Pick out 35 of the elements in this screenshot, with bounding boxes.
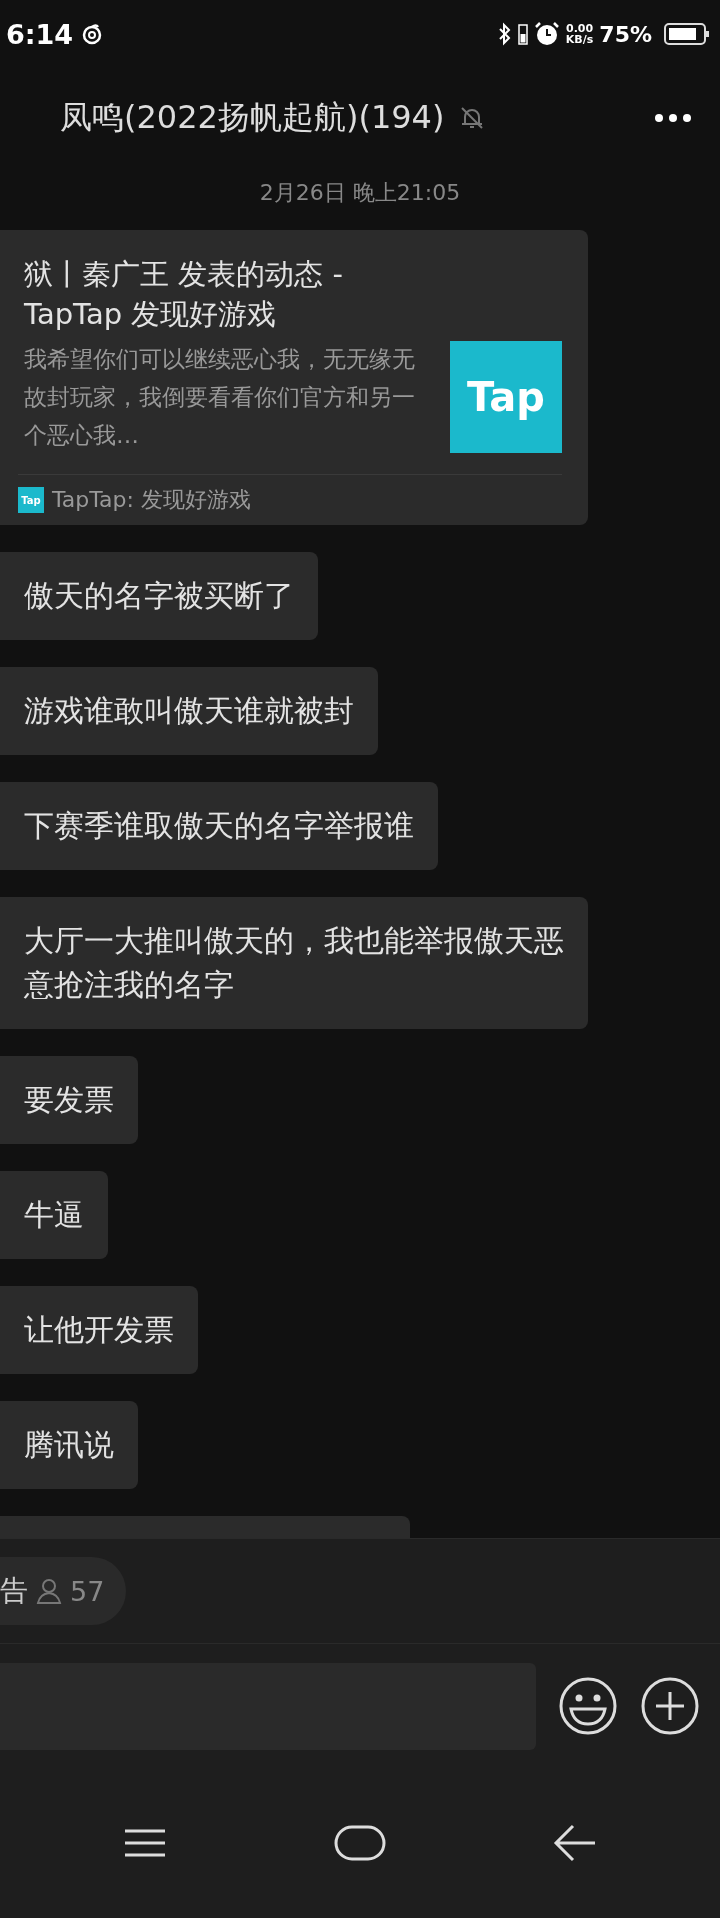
message-bubble: 下赛季谁取傲天的名字举报谁 (0, 782, 438, 870)
source-logo: Tap (18, 487, 44, 513)
message-bubble: 要发票 (0, 1056, 138, 1144)
network-unit: KB/s (565, 34, 594, 45)
app-logo: Tap (450, 341, 562, 453)
battery-icon (664, 22, 710, 46)
member-count: 57 (70, 1575, 105, 1607)
message-bubble: 傲天的名字被买断了 (0, 552, 318, 640)
bluetooth-icon (497, 22, 512, 46)
alarm-icon (533, 21, 560, 47)
more-icon[interactable] (654, 113, 692, 123)
clock: 6:14 (6, 18, 74, 50)
message-bubble: 腾讯说 (0, 1401, 138, 1489)
message-bubble: 大厅一大推叫傲天的，我也能举报傲天恶意抢注我的名字 (0, 897, 588, 1029)
network-speed: 0.00 (566, 23, 594, 34)
swirl-icon (81, 23, 104, 45)
emoji-icon[interactable] (558, 1676, 618, 1736)
card-source: TapTap: 发现好游戏 (52, 486, 251, 514)
plus-icon[interactable] (640, 1676, 700, 1736)
home-icon[interactable] (334, 1825, 386, 1861)
notice-label: 告 (0, 1573, 28, 1609)
person-icon (36, 1577, 62, 1605)
back-icon[interactable] (552, 1823, 597, 1863)
link-card[interactable]: 狱丨秦广王 发表的动态 - TapTap 发现好游戏 我希望你们可以继续恶心我，无无缘无故封玩家，我倒要看看你们官方和另一个恶心我… Tap Tap TapTap: 发现好游戏 (0, 230, 588, 525)
message-bubble: 让他开发票 (0, 1286, 198, 1374)
notice-pill[interactable]: 告 57 (0, 1557, 127, 1625)
card-description: 我希望你们可以继续恶心我，无无缘无故封玩家，我倒要看看你们官方和另一个恶心我… (24, 345, 416, 450)
date-divider: 2月26日 晚上21:05 (258, 179, 462, 207)
menu-icon[interactable] (123, 1828, 168, 1858)
battery-small-icon (517, 22, 528, 46)
message-bubble: 牛逼 (0, 1171, 108, 1259)
battery-percent: 75% (599, 21, 652, 47)
message-bubble: 游戏谁敢叫傲天谁就被封 (0, 667, 378, 755)
chat-title: 凤鸣(2022扬帆起航)(194) (60, 97, 445, 138)
card-title: 狱丨秦广王 发表的动态 - TapTap 发现好游戏 (24, 256, 344, 333)
